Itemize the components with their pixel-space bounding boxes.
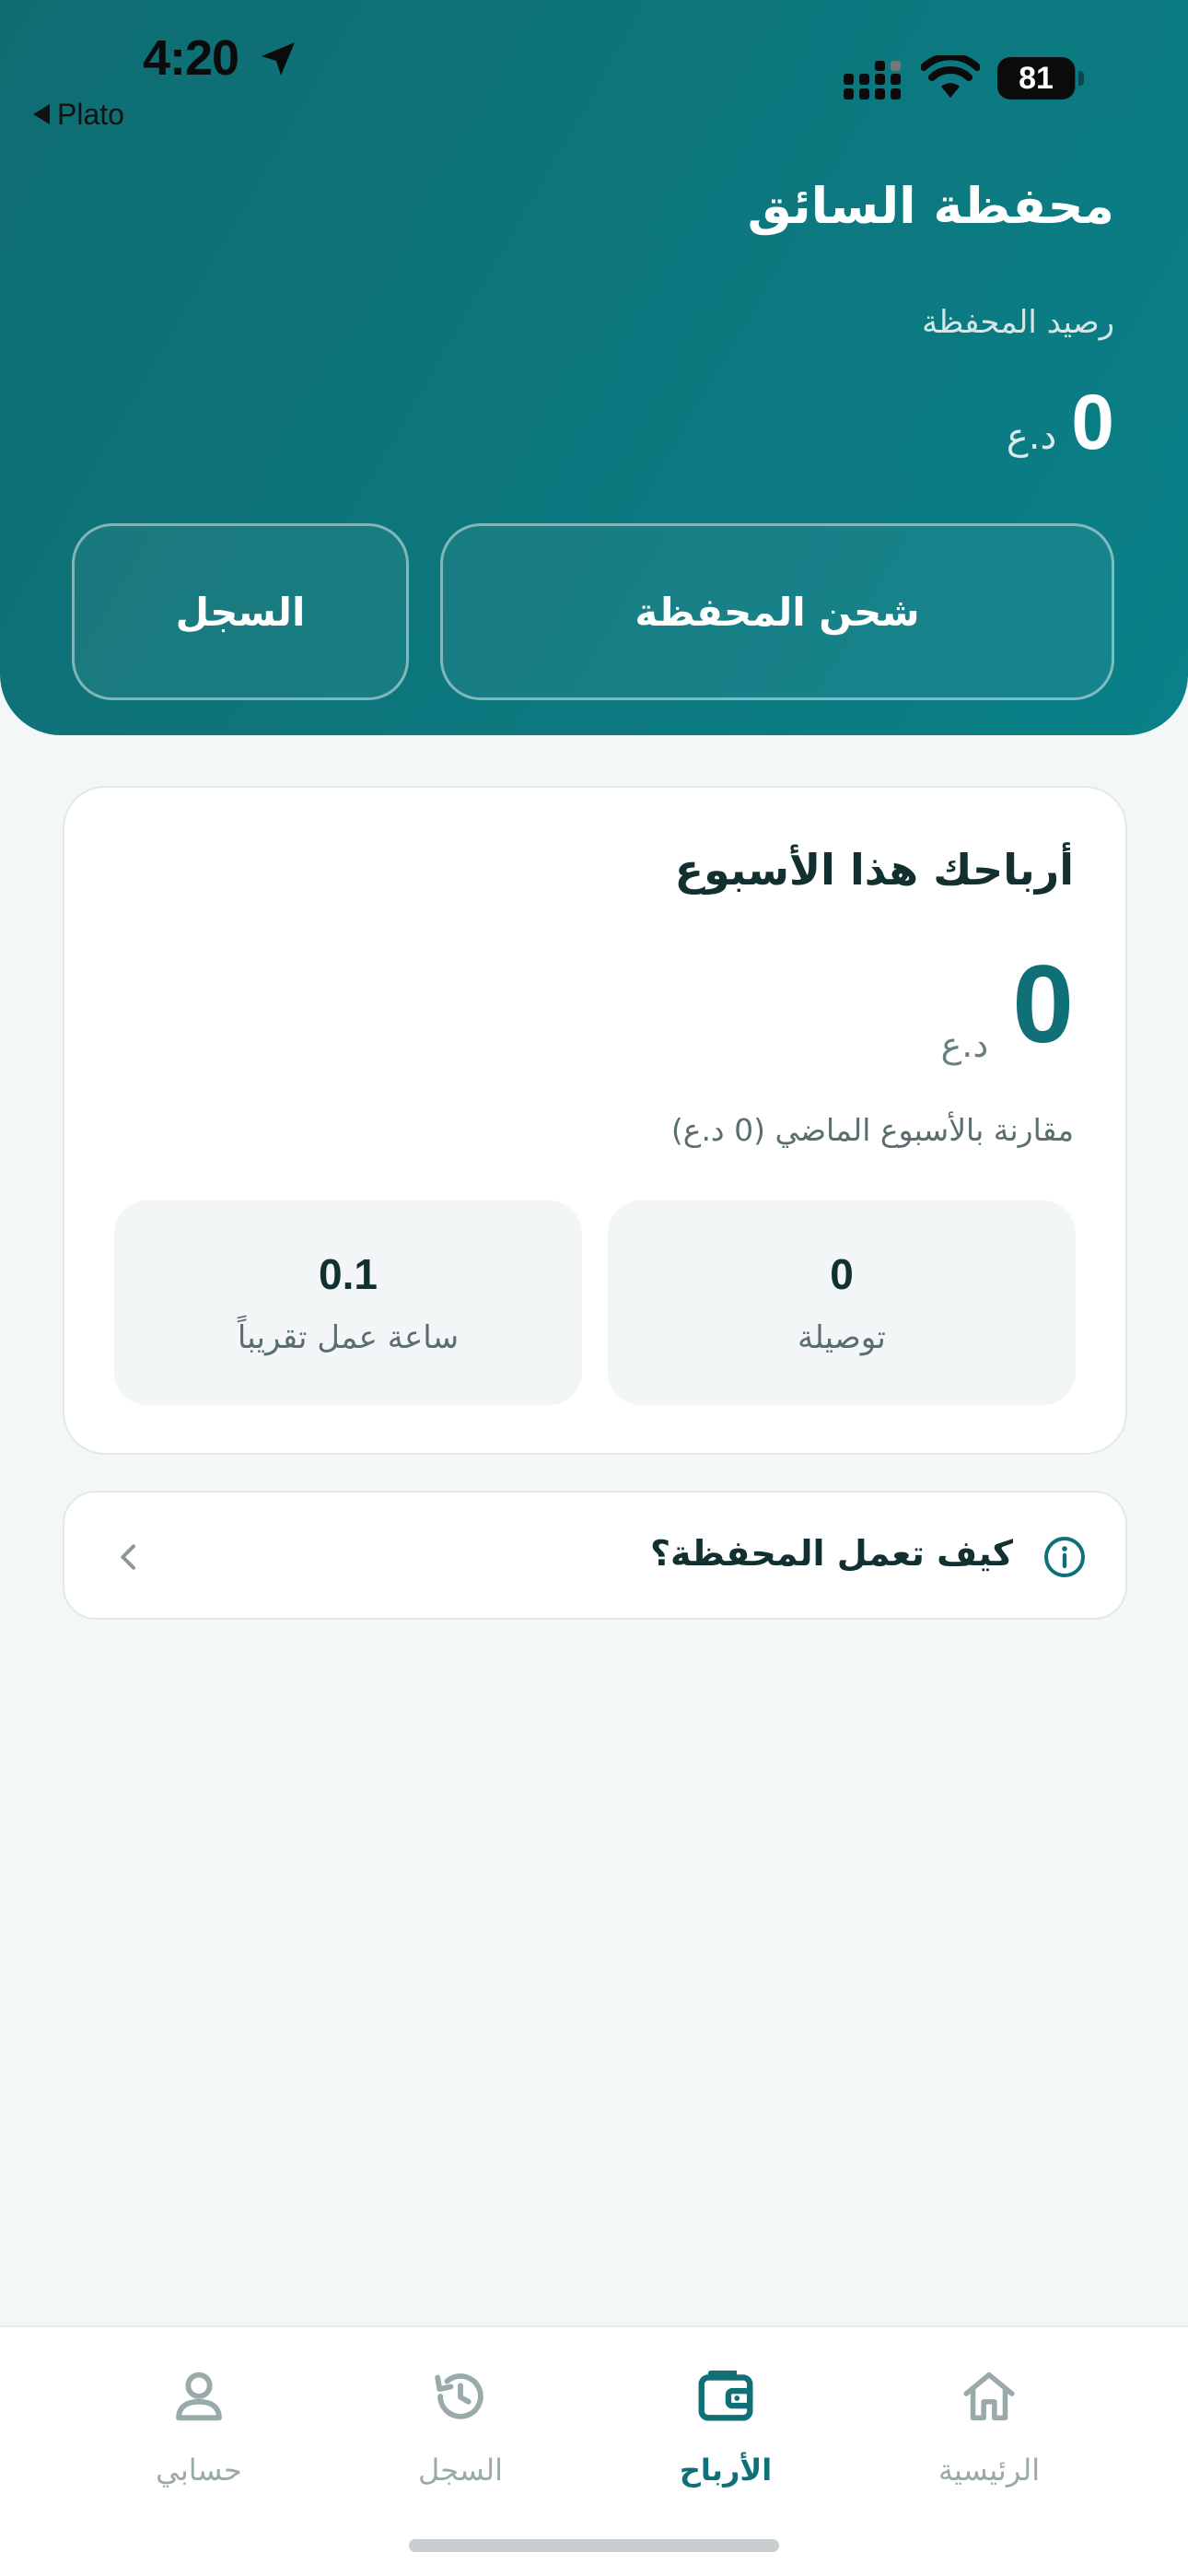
earnings-currency: د.ع: [940, 1025, 989, 1065]
chevron-left-icon: [121, 1544, 135, 1570]
back-app-label: Plato: [57, 97, 124, 131]
back-triangle-icon: [33, 104, 50, 124]
stat-deliveries-value: 0: [830, 1250, 854, 1298]
earnings-amount: 0 د.ع: [941, 943, 1074, 1066]
weekly-earnings-card: أرباحك هذا الأسبوع 0 د.ع مقارنة بالأسبوع…: [63, 786, 1127, 1455]
stat-work-hours: 0.1 ساعة عمل تقريباً: [114, 1200, 582, 1405]
earnings-title: أرباحك هذا الأسبوع: [674, 845, 1074, 895]
how-wallet-works-label: كيف تعمل المحفظة؟: [649, 1533, 1013, 1574]
balance-label: رصيد المحفظة: [922, 304, 1114, 341]
stat-work-hours-value: 0.1: [319, 1250, 378, 1298]
stat-deliveries-label: توصيلة: [798, 1319, 886, 1356]
back-to-app[interactable]: Plato: [33, 96, 124, 133]
cellular-signal-icon: [844, 61, 901, 100]
tab-account-label: حسابي: [156, 2453, 242, 2488]
user-icon: [176, 2371, 222, 2421]
tab-home[interactable]: الرئيسية: [869, 2364, 1109, 2521]
tab-earnings-label: الأرباح: [679, 2453, 773, 2488]
tab-history-label: السجل: [417, 2453, 504, 2488]
home-indicator[interactable]: [409, 2539, 779, 2552]
location-arrow-icon: [262, 42, 295, 76]
tab-account[interactable]: حسابي: [79, 2364, 319, 2521]
tab-home-label: الرئيسية: [938, 2453, 1041, 2488]
page-title: محفظة السائق: [747, 177, 1114, 235]
charge-wallet-button[interactable]: شحن المحفظة: [440, 523, 1114, 700]
tab-earnings[interactable]: الأرباح: [606, 2364, 845, 2521]
balance-value: 0: [1071, 379, 1114, 465]
home-icon: [963, 2371, 1015, 2421]
history-button[interactable]: السجل: [72, 523, 409, 700]
info-icon: [1044, 1537, 1085, 1577]
battery-icon: 81: [997, 57, 1084, 100]
wallet-icon: [698, 2371, 753, 2421]
stat-deliveries: 0 توصيلة: [608, 1200, 1076, 1405]
wifi-icon: [921, 55, 980, 98]
balance-currency: د.ع: [1006, 416, 1057, 458]
stat-work-hours-label: ساعة عمل تقريباً: [237, 1319, 460, 1356]
earnings-value: 0: [1012, 943, 1074, 1066]
history-icon: [435, 2373, 483, 2419]
balance-amount: 0 د.ع: [1007, 378, 1114, 467]
tab-history[interactable]: السجل: [341, 2364, 580, 2521]
how-wallet-works-row[interactable]: كيف تعمل المحفظة؟: [63, 1491, 1127, 1620]
earnings-comparison: مقارنة بالأسبوع الماضي (0 د.ع): [670, 1112, 1074, 1148]
